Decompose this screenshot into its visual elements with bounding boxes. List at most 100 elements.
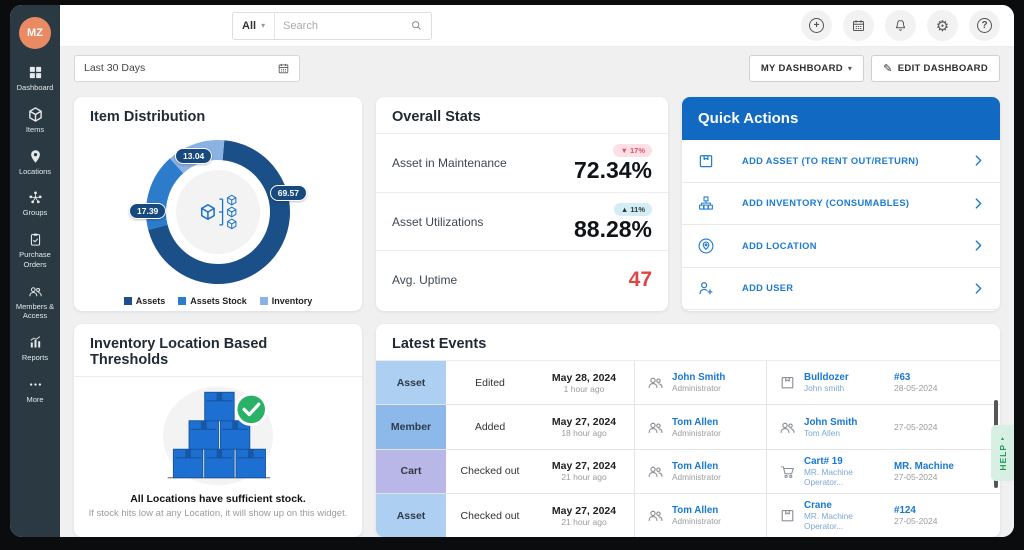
event-row: Asset Edited May 28, 20241 hour ago John…	[376, 361, 1000, 405]
quick-action-add-inventory[interactable]: ADD INVENTORY (CONSUMABLES)	[682, 183, 1000, 226]
quick-action-add-asset[interactable]: ADD ASSET (TO RENT OUT/RETURN)	[682, 140, 1000, 183]
event-type-badge: Cart	[376, 450, 446, 493]
event-item: BulldozerJohn smith	[766, 361, 894, 404]
calendar-icon	[851, 18, 866, 33]
clipboard-check-icon	[28, 232, 43, 247]
event-type-badge: Asset	[376, 361, 446, 404]
toolbar-right: MY DASHBOARD ▾ ✎ EDIT DASHBOARD	[749, 55, 1000, 82]
sidebar-item-label: Locations	[18, 167, 52, 177]
item-link[interactable]: Cart# 19	[804, 456, 894, 467]
item-link[interactable]: Bulldozer	[804, 372, 849, 383]
donut-center	[176, 170, 260, 254]
date-range-picker[interactable]: Last 30 Days	[74, 55, 300, 82]
help-button[interactable]: ?	[969, 10, 1000, 41]
app-window: MZ Dashboard Items Locations Groups Purc…	[10, 5, 1014, 537]
event-date: May 27, 202421 hour ago	[534, 494, 634, 537]
sidebar-item-items[interactable]: Items	[10, 107, 60, 135]
users-icon	[647, 463, 664, 480]
cart-icon	[779, 463, 796, 480]
sidebar-item-label: Reports	[21, 353, 49, 363]
thresholds-card: Inventory Location Based Thresholds	[74, 324, 362, 537]
chevron-right-icon	[972, 239, 985, 252]
sidebar-item-reports[interactable]: Reports	[10, 335, 60, 363]
event-row: Member Added May 27, 202418 hour ago Tom…	[376, 405, 1000, 449]
triangle-up-icon: ▲	[1000, 436, 1005, 442]
sidebar-item-purchase-orders[interactable]: Purchase Orders	[10, 232, 60, 270]
donut-chart: 13.04 69.57 17.39	[139, 133, 297, 291]
legend-swatch	[124, 297, 132, 305]
item-link[interactable]: John Smith	[804, 417, 857, 428]
user-link[interactable]: Tom Allen	[672, 461, 721, 472]
edit-dashboard-button[interactable]: ✎ EDIT DASHBOARD	[871, 55, 1000, 82]
event-action: Checked out	[446, 450, 534, 493]
sidebar-item-members-access[interactable]: Members & Access	[10, 284, 60, 322]
trend-badge-up: ▲ 11%	[614, 203, 652, 216]
quick-action-label: ADD LOCATION	[742, 241, 817, 251]
thresholds-subtext: If stock hits low at any Location, it wi…	[74, 508, 362, 519]
avatar[interactable]: MZ	[19, 17, 51, 49]
trend-badge-down: ▼ 17%	[613, 144, 652, 157]
grouped-items-icon	[196, 190, 240, 234]
global-search: All ▾	[232, 12, 432, 40]
card-title: Overall Stats	[376, 97, 668, 134]
quick-action-label: ADD INVENTORY (CONSUMABLES)	[742, 198, 909, 208]
help-tab[interactable]: ▲ HELP	[991, 425, 1014, 481]
users-icon	[647, 507, 664, 524]
stat-label: Avg. Uptime	[392, 273, 457, 287]
quick-actions-header: Quick Actions	[682, 97, 1000, 140]
chevron-down-icon: ▾	[261, 21, 265, 30]
stat-value: 88.28%	[574, 218, 652, 241]
question-circle-icon: ?	[977, 18, 992, 33]
event-item: John SmithTom Allen	[766, 405, 894, 448]
settings-button[interactable]: ⚙	[927, 10, 958, 41]
sidebar-item-label: Groups	[22, 208, 49, 218]
sidebar-item-dashboard[interactable]: Dashboard	[10, 65, 60, 93]
sidebar-item-groups[interactable]: Groups	[10, 190, 60, 218]
chevron-right-icon	[972, 282, 985, 295]
my-dashboard-dropdown[interactable]: MY DASHBOARD ▾	[749, 55, 864, 82]
date-range-value: Last 30 Days	[84, 62, 145, 74]
event-action: Edited	[446, 361, 534, 404]
overall-stats-card: Overall Stats Asset in Maintenance ▼ 17%…	[376, 97, 668, 311]
user-link[interactable]: Tom Allen	[672, 505, 721, 516]
quick-action-add-user[interactable]: ADD USER	[682, 268, 1000, 311]
user-plus-icon	[697, 279, 715, 297]
pencil-icon: ✎	[883, 62, 893, 75]
sidebar-item-more[interactable]: More	[10, 377, 60, 405]
calendar-button[interactable]	[843, 10, 874, 41]
user-link[interactable]: John Smith	[672, 372, 725, 383]
event-action: Checked out	[446, 494, 534, 537]
quick-action-label: ADD ASSET (TO RENT OUT/RETURN)	[742, 156, 919, 166]
search-input[interactable]	[275, 20, 410, 32]
card-title: Inventory Location Based Thresholds	[74, 324, 362, 377]
quick-action-add-location[interactable]: ADD LOCATION	[682, 225, 1000, 268]
map-pin-icon	[28, 149, 43, 164]
event-type-badge: Asset	[376, 494, 446, 537]
search-scope-dropdown[interactable]: All ▾	[233, 13, 275, 39]
stat-label: Asset in Maintenance	[392, 156, 507, 170]
event-row: Asset Checked out May 27, 202421 hour ag…	[376, 494, 1000, 537]
topbar: All ▾ + ⚙ ?	[60, 5, 1014, 47]
quick-add-button[interactable]: +	[801, 10, 832, 41]
network-nodes-icon	[28, 190, 43, 205]
event-ref: 27-05-2024	[894, 405, 1000, 448]
item-link[interactable]: Crane	[804, 500, 894, 511]
chart-legend: Assets Assets Stock Inventory	[74, 296, 362, 306]
check-circle-icon	[236, 394, 266, 424]
notifications-button[interactable]	[885, 10, 916, 41]
chevron-right-icon	[972, 154, 985, 167]
sidebar-item-locations[interactable]: Locations	[10, 149, 60, 177]
sidebar-item-label: Members & Access	[10, 302, 60, 322]
dashboard-grid: Item Distribution	[60, 89, 1014, 537]
donut-label-assets-stock: 17.39	[129, 203, 166, 219]
event-date: May 27, 202418 hour ago	[534, 405, 634, 448]
sidebar-item-label: Dashboard	[16, 83, 55, 93]
donut-label-inventory: 13.04	[175, 148, 212, 164]
location-pin-circle-icon	[697, 237, 715, 255]
dashboard-toolbar: Last 30 Days MY DASHBOARD ▾ ✎ EDIT DASHB…	[60, 47, 1014, 89]
quick-actions-card: Quick Actions ADD ASSET (TO RENT OUT/RET…	[682, 97, 1000, 311]
stat-row-maintenance: Asset in Maintenance ▼ 17% 72.34%	[376, 134, 668, 192]
event-action: Added	[446, 405, 534, 448]
user-link[interactable]: Tom Allen	[672, 417, 721, 428]
users-icon	[779, 419, 796, 436]
